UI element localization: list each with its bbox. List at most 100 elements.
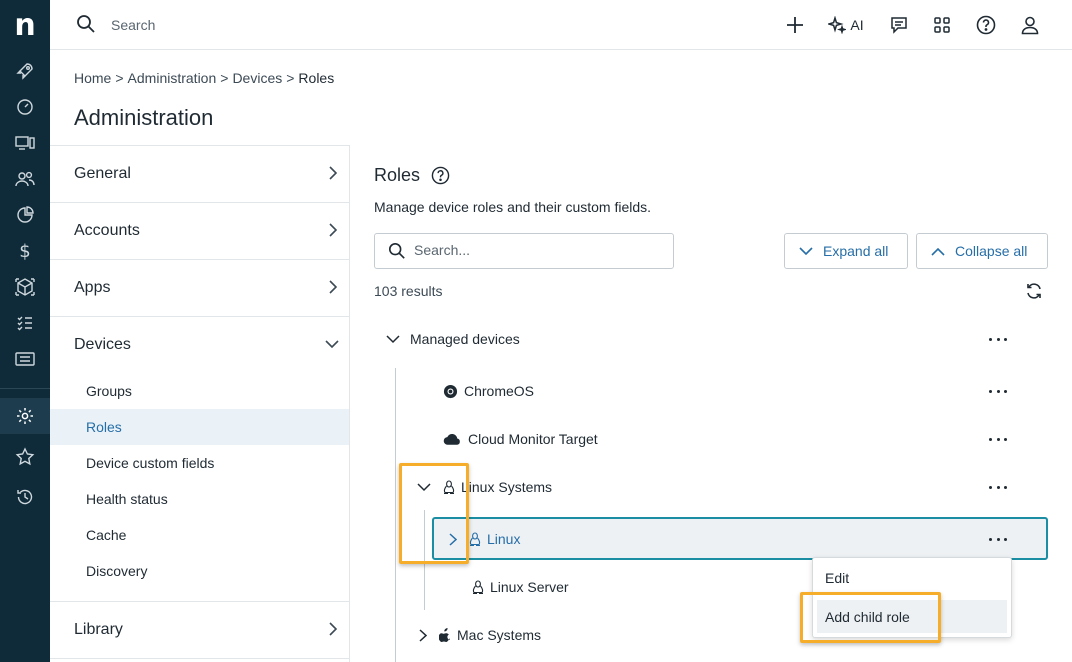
expand-all-label: Expand all xyxy=(823,243,889,259)
chevron-right-icon xyxy=(329,166,338,180)
chevron-down-icon[interactable] xyxy=(386,334,400,344)
tree-row-chromeos[interactable]: ChromeOS xyxy=(443,371,534,411)
users-icon[interactable] xyxy=(13,167,37,191)
rail-divider xyxy=(0,388,50,389)
settings-gear-icon[interactable] xyxy=(13,404,37,428)
nav-section-apps[interactable]: Apps xyxy=(50,260,350,317)
help-button[interactable] xyxy=(975,13,997,37)
history-icon[interactable] xyxy=(13,485,37,509)
nav-item-label: Groups xyxy=(86,383,132,399)
nav-item-device-custom-fields[interactable]: Device custom fields xyxy=(50,445,349,481)
tree-row-cloud-monitor-target[interactable]: Cloud Monitor Target xyxy=(443,419,598,459)
breadcrumb-administration[interactable]: Administration xyxy=(128,70,217,86)
tree-row-label: Linux Systems xyxy=(461,479,553,495)
nav-item-label: Health status xyxy=(86,491,168,507)
apple-icon xyxy=(439,628,451,642)
tree-row-label: Mac Systems xyxy=(457,627,542,643)
search-icon xyxy=(388,242,406,265)
plus-icon xyxy=(787,17,803,33)
nav-item-groups[interactable]: Groups xyxy=(50,373,349,409)
nav-item-discovery[interactable]: Discovery xyxy=(50,553,349,589)
admin-nav: General Accounts Apps Devices Groups Rol… xyxy=(50,145,350,662)
rocket-icon[interactable] xyxy=(13,59,37,83)
breadcrumb-devices[interactable]: Devices xyxy=(232,70,282,86)
package-box-icon[interactable] xyxy=(13,275,37,299)
roles-title: Roles xyxy=(374,165,421,185)
nav-section-library[interactable]: Library xyxy=(50,601,350,659)
tasks-checklist-icon[interactable] xyxy=(13,311,37,335)
breadcrumb-roles: Roles xyxy=(298,70,335,86)
help-question-icon[interactable] xyxy=(431,166,450,190)
nav-section-label: Devices xyxy=(74,336,131,353)
ai-button[interactable]: AI xyxy=(826,13,866,37)
nav-section-label: General xyxy=(74,165,131,182)
chat-bubble-icon xyxy=(891,17,907,34)
billing-dollar-icon[interactable]: $ xyxy=(13,239,37,263)
highlight-expand-toggle xyxy=(399,463,469,564)
linux-penguin-icon xyxy=(469,531,481,547)
dashboard-gauge-icon[interactable] xyxy=(13,95,37,119)
chevron-right-icon xyxy=(329,280,338,294)
row-actions-ellipsis-icon[interactable] xyxy=(989,386,1007,396)
roles-search-input[interactable] xyxy=(414,242,664,258)
tree-row-linux-server[interactable]: Linux Server xyxy=(472,567,569,607)
add-button[interactable] xyxy=(784,13,806,37)
devices-icon[interactable] xyxy=(13,131,37,155)
nav-item-health-status[interactable]: Health status xyxy=(50,481,349,517)
ticket-icon[interactable] xyxy=(13,347,37,371)
chevron-down-icon xyxy=(799,246,813,255)
nav-item-label: Device custom fields xyxy=(86,455,215,471)
chrome-icon xyxy=(443,384,458,399)
tree-row-label: Linux Server xyxy=(490,579,569,595)
roles-description: Manage device roles and their custom fie… xyxy=(374,199,652,215)
nav-section-label: Apps xyxy=(74,279,111,296)
row-actions-ellipsis-icon[interactable] xyxy=(989,334,1007,344)
expand-all-button[interactable]: Expand all xyxy=(784,233,908,269)
linux-penguin-icon xyxy=(472,579,484,595)
row-actions-ellipsis-icon[interactable] xyxy=(989,482,1007,492)
chevron-down-icon xyxy=(325,340,339,349)
nav-section-devices[interactable]: Devices xyxy=(50,317,350,374)
refresh-icon[interactable] xyxy=(1024,281,1044,306)
search-icon[interactable] xyxy=(76,14,96,39)
tree-row-label: ChromeOS xyxy=(464,383,535,399)
tree-row-label: Managed devices xyxy=(410,331,520,347)
global-search-input[interactable]: Search xyxy=(111,17,155,33)
menu-item-edit[interactable]: Edit xyxy=(817,561,1007,594)
cloud-icon xyxy=(443,432,462,446)
question-circle-icon xyxy=(976,15,996,35)
breadcrumb-separator: > xyxy=(220,70,229,86)
breadcrumb: Home > Administration > Devices > Roles xyxy=(74,70,334,86)
app-rail: n $ xyxy=(0,0,50,662)
nav-item-cache[interactable]: Cache xyxy=(50,517,349,553)
user-icon xyxy=(1021,16,1039,35)
tree-row-managed-devices[interactable]: Managed devices xyxy=(386,319,520,359)
user-profile-button[interactable] xyxy=(1019,13,1041,37)
nav-item-label: Discovery xyxy=(86,563,148,579)
nav-section-accounts[interactable]: Accounts xyxy=(50,203,350,260)
apps-grid-button[interactable] xyxy=(931,13,953,37)
favorites-star-icon[interactable] xyxy=(13,445,37,469)
nav-item-roles[interactable]: Roles xyxy=(50,409,349,445)
chevron-right-icon[interactable] xyxy=(419,628,427,642)
tree-row-linux-selected[interactable] xyxy=(432,517,1048,560)
tree-row-mac-systems[interactable]: Mac Systems xyxy=(419,615,541,655)
breadcrumb-home[interactable]: Home xyxy=(74,70,111,86)
nav-section-label: Library xyxy=(74,621,123,638)
app-logo[interactable]: n xyxy=(9,10,41,42)
top-bar: Search AI xyxy=(50,0,1072,50)
row-actions-ellipsis-icon[interactable] xyxy=(989,434,1007,444)
reports-pie-icon[interactable] xyxy=(13,203,37,227)
nav-item-label: Roles xyxy=(86,419,122,435)
tree-guide-line xyxy=(395,368,396,662)
nav-section-general[interactable]: General xyxy=(50,146,350,203)
roles-search-box xyxy=(374,233,674,269)
collapse-all-label: Collapse all xyxy=(955,243,1028,259)
breadcrumb-separator: > xyxy=(115,70,124,86)
logo-letter: n xyxy=(14,8,36,43)
row-actions-ellipsis-icon[interactable] xyxy=(989,534,1007,544)
ai-label: AI xyxy=(850,17,864,33)
feedback-button[interactable] xyxy=(888,13,910,37)
collapse-all-button[interactable]: Collapse all xyxy=(916,233,1048,269)
chevron-right-icon xyxy=(329,223,338,237)
